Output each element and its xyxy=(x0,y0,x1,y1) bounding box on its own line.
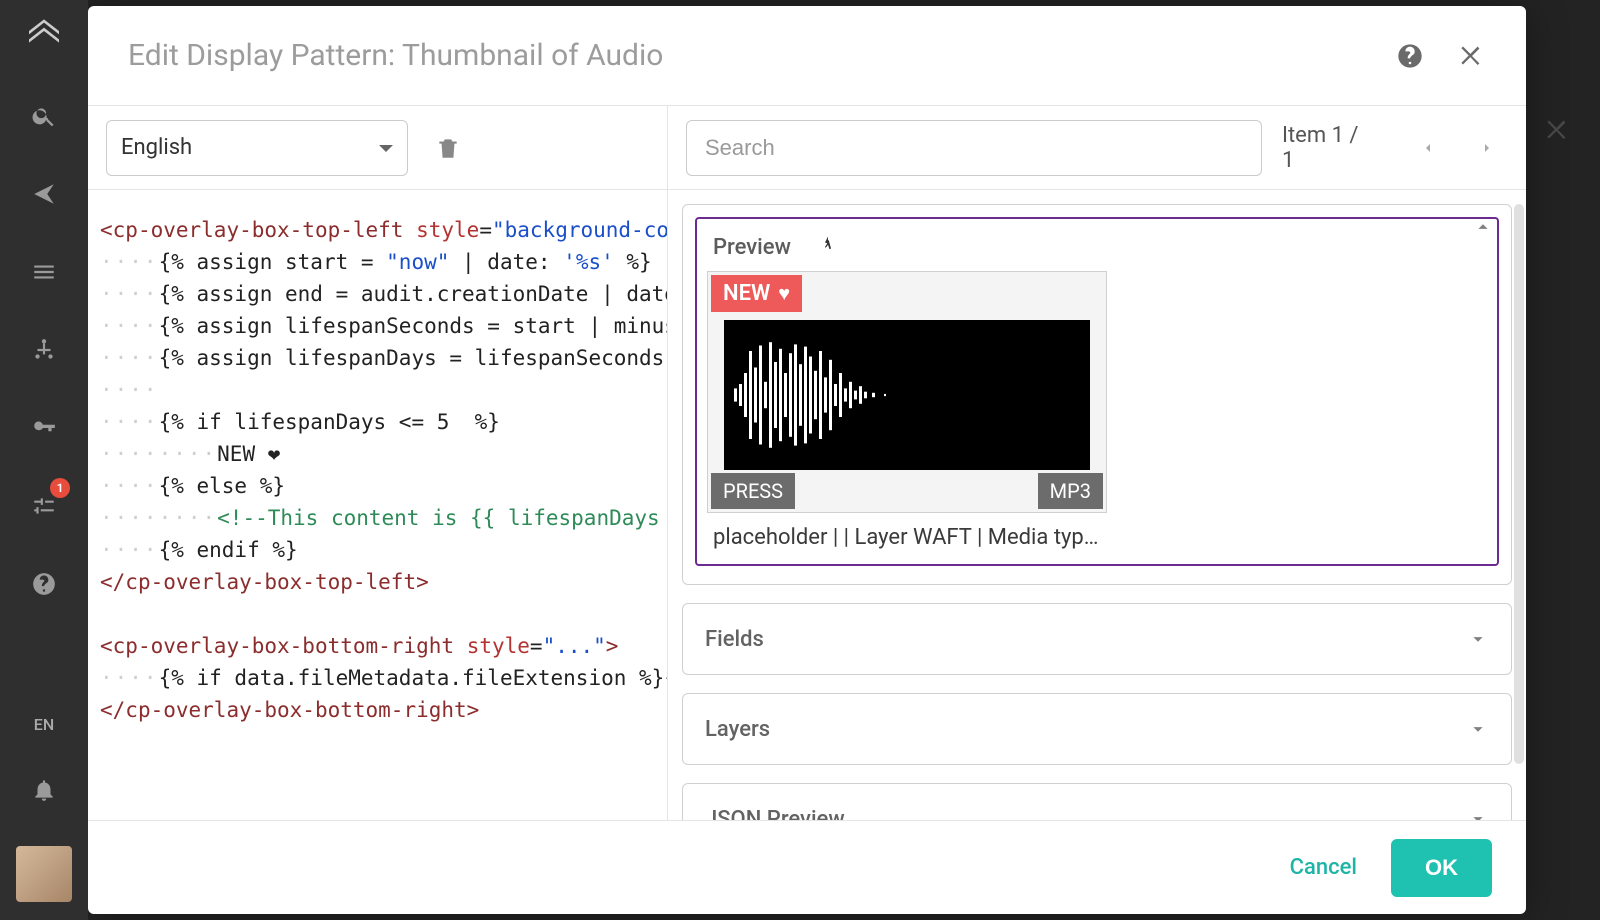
language-indicator[interactable]: EN xyxy=(34,715,54,734)
format-tag: MP3 xyxy=(1038,473,1103,509)
language-select-value: English xyxy=(121,135,192,160)
menu-icon[interactable] xyxy=(22,250,66,294)
preview-section-title: Preview xyxy=(713,235,791,260)
layers-section[interactable]: Layers xyxy=(682,693,1512,765)
chevron-down-icon xyxy=(1467,808,1489,820)
chevron-down-icon xyxy=(379,145,393,159)
fields-section-title: Fields xyxy=(705,627,764,652)
bell-icon[interactable] xyxy=(22,768,66,812)
language-select[interactable]: English xyxy=(106,120,408,176)
new-badge: NEW ♥ xyxy=(711,275,802,312)
share-icon[interactable] xyxy=(22,172,66,216)
chevron-up-icon[interactable] xyxy=(1472,216,1494,238)
heart-icon: ♥ xyxy=(778,281,790,306)
preview-box: Preview NEW ♥ xyxy=(695,217,1499,566)
preview-section: Preview NEW ♥ xyxy=(682,204,1512,585)
edit-display-pattern-modal: Edit Display Pattern: Thumbnail of Audio… xyxy=(88,6,1526,914)
modal-toolbar: English Item 1 / 1 xyxy=(88,106,1526,190)
user-avatar[interactable] xyxy=(16,846,72,902)
fields-section[interactable]: Fields xyxy=(682,603,1512,675)
modal-title: Edit Display Pattern: Thumbnail of Audio xyxy=(128,38,1370,73)
code-editor[interactable]: <cp-overlay-box-top-left style="backgrou… xyxy=(88,190,668,820)
json-preview-section-title: JSON Preview xyxy=(705,807,845,821)
help-button[interactable] xyxy=(1388,34,1432,78)
modal-header: Edit Display Pattern: Thumbnail of Audio xyxy=(88,6,1526,106)
cancel-button[interactable]: Cancel xyxy=(1290,855,1357,880)
modal-body: <cp-overlay-box-top-left style="backgrou… xyxy=(88,190,1526,820)
toolbar-right: Item 1 / 1 xyxy=(668,106,1526,189)
modal-footer: Cancel OK xyxy=(88,820,1526,914)
help-icon[interactable] xyxy=(22,562,66,606)
thumbnail-caption: placeholder | | Layer WAFT | Media typ… xyxy=(713,525,1481,550)
layers-section-title: Layers xyxy=(705,717,770,742)
next-item-button[interactable] xyxy=(1466,126,1508,170)
app-sidebar: 1 EN xyxy=(0,0,88,920)
app-logo-icon xyxy=(24,16,64,60)
scrollbar[interactable] xyxy=(1514,204,1524,764)
close-button[interactable] xyxy=(1450,34,1494,78)
prev-item-button[interactable] xyxy=(1407,126,1449,170)
settings-sliders-icon[interactable]: 1 xyxy=(22,484,66,528)
ok-button[interactable]: OK xyxy=(1391,839,1492,897)
key-icon[interactable] xyxy=(22,406,66,450)
hierarchy-icon[interactable] xyxy=(22,328,66,372)
thumbnail-preview: NEW ♥ xyxy=(707,271,1107,513)
search-input[interactable] xyxy=(686,120,1262,176)
preview-pane: Preview NEW ♥ xyxy=(668,190,1526,820)
chevron-down-icon xyxy=(1467,718,1489,740)
search-icon[interactable] xyxy=(22,94,66,138)
item-counter: Item 1 / 1 xyxy=(1282,123,1371,173)
notification-badge: 1 xyxy=(50,478,70,498)
press-tag: PRESS xyxy=(711,473,795,509)
delete-button[interactable] xyxy=(426,126,470,170)
toolbar-left: English xyxy=(88,106,668,189)
cursor-icon xyxy=(819,233,837,261)
json-preview-section[interactable]: JSON Preview xyxy=(682,783,1512,820)
waveform-image xyxy=(724,320,1090,470)
chevron-down-icon xyxy=(1467,628,1489,650)
